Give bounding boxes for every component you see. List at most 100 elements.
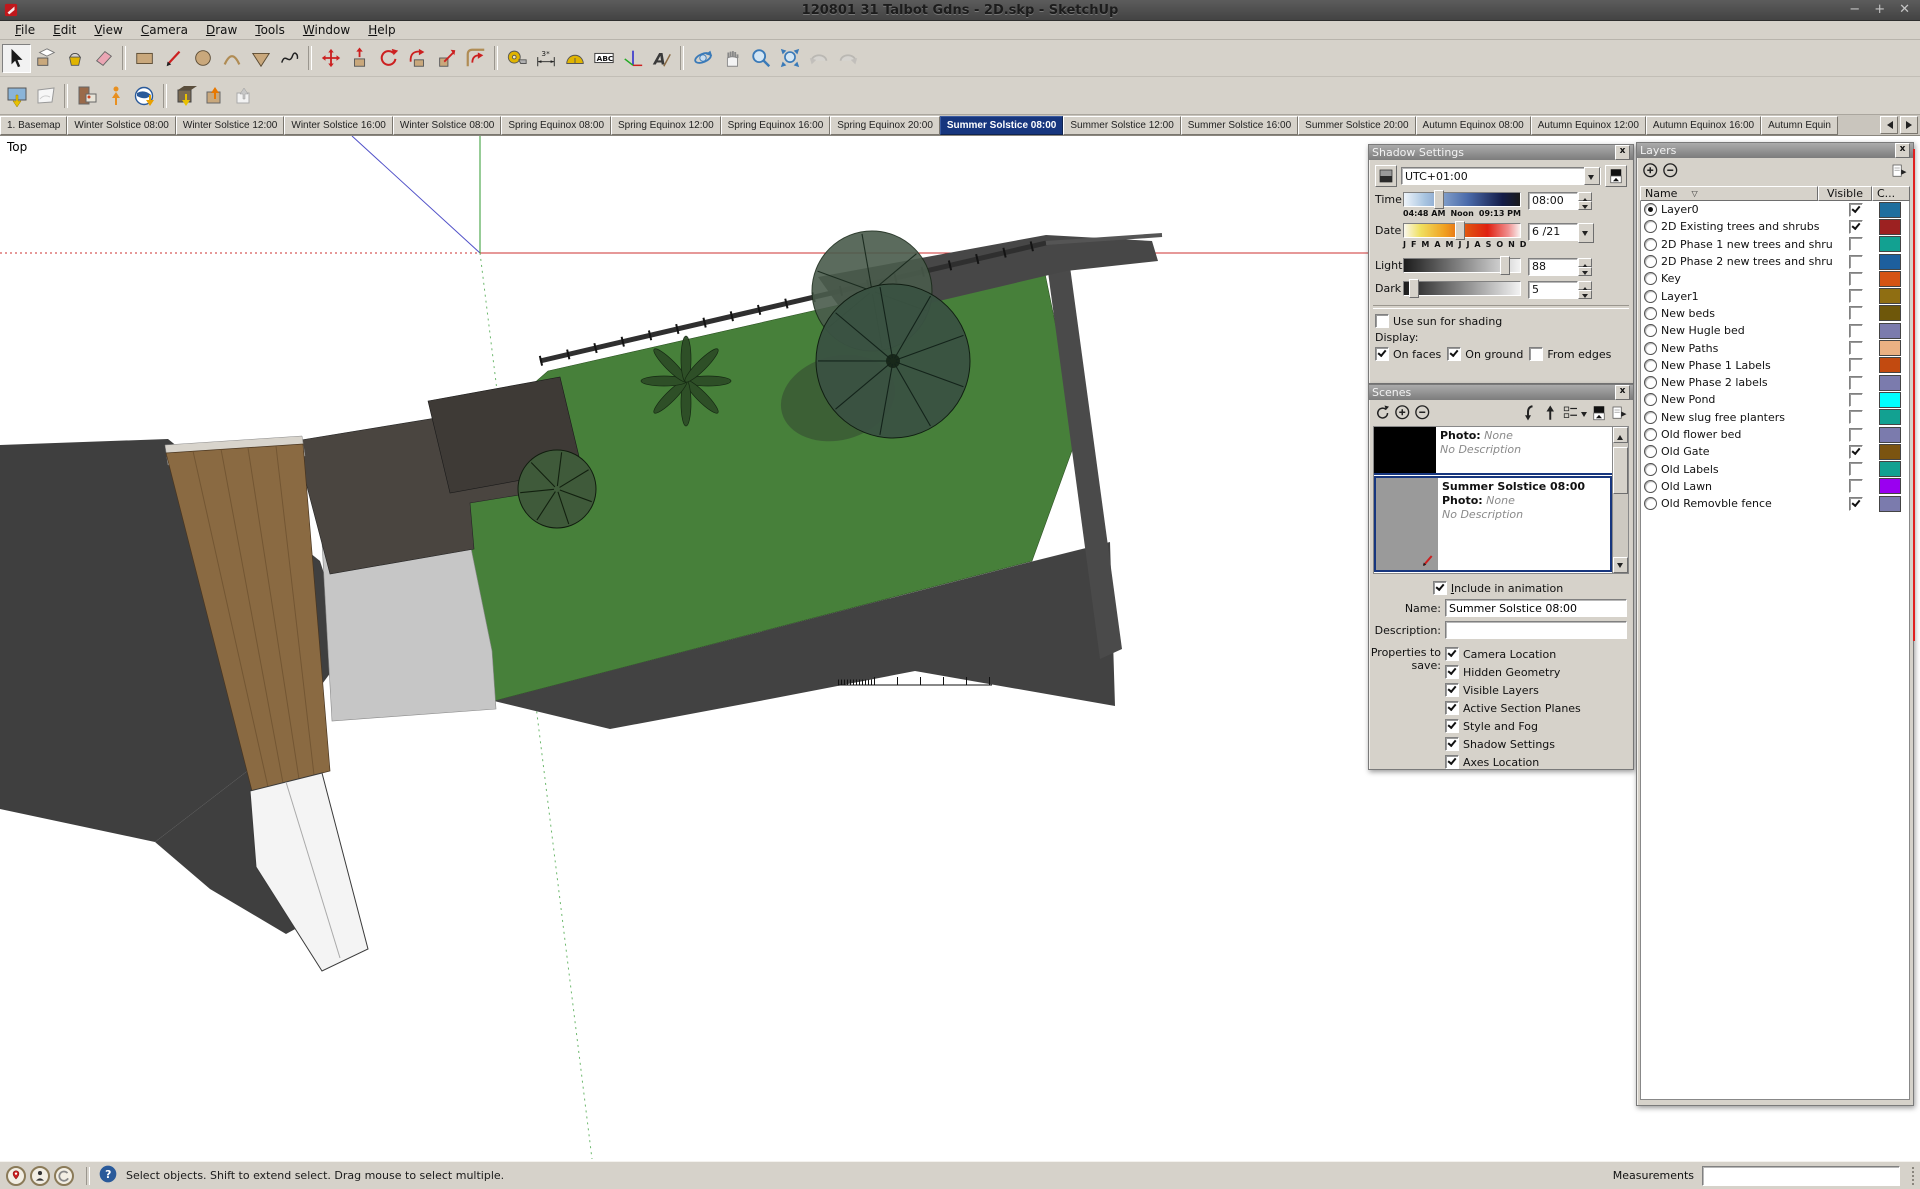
axes-location-checkbox[interactable] (1445, 755, 1459, 769)
menu-camera[interactable]: Camera (132, 23, 197, 37)
shadow-details-toggle-button[interactable] (1605, 165, 1627, 187)
current-layer-radio[interactable] (1644, 463, 1657, 476)
scene-description-input[interactable] (1445, 621, 1627, 639)
tabs-scroll-left-button[interactable] (1880, 116, 1898, 134)
time-slider-thumb[interactable] (1434, 190, 1444, 209)
light-slider[interactable] (1403, 258, 1521, 273)
freehand-tool-button[interactable] (275, 44, 304, 73)
layers-titlebar[interactable]: Layers x (1637, 143, 1913, 158)
current-layer-radio[interactable] (1644, 445, 1657, 458)
help-icon[interactable]: ? (98, 1164, 118, 1187)
scene-tab-14[interactable]: Autumn Equinox 08:00 (1416, 116, 1531, 135)
polygon-tool-button[interactable] (246, 44, 275, 73)
layer-visible-checkbox[interactable] (1849, 462, 1863, 476)
add-scene-button[interactable] (1393, 403, 1413, 423)
current-layer-radio[interactable] (1644, 497, 1657, 510)
use-sun-checkbox[interactable] (1375, 314, 1389, 328)
current-layer-radio[interactable] (1644, 324, 1657, 337)
pan-tool-button[interactable] (717, 44, 746, 73)
hidden-geometry-checkbox[interactable] (1445, 665, 1459, 679)
line-tool-button[interactable] (159, 44, 188, 73)
scene-tab-16[interactable]: Autumn Equinox 16:00 (1646, 116, 1761, 135)
zoom-next-tool-button[interactable] (833, 44, 862, 73)
zoom-tool-button[interactable] (746, 44, 775, 73)
scene-tab-10[interactable]: Summer Solstice 08:00 (940, 116, 1064, 135)
follow-me-tool-button[interactable] (403, 44, 432, 73)
layer-visible-checkbox[interactable] (1849, 306, 1863, 320)
layer-color-swatch[interactable] (1879, 305, 1901, 321)
layer-visible-checkbox[interactable] (1849, 289, 1863, 303)
circle-tool-button[interactable] (188, 44, 217, 73)
current-layer-radio[interactable] (1644, 255, 1657, 268)
column-header-color[interactable]: C... (1872, 186, 1910, 201)
layer-row[interactable]: Old Removble fence (1641, 495, 1909, 512)
scroll-down-icon[interactable] (1613, 557, 1628, 573)
layer-visible-checkbox[interactable] (1849, 428, 1863, 442)
move-scene-up-button[interactable] (1541, 403, 1561, 423)
layer-visible-checkbox[interactable] (1849, 341, 1863, 355)
menu-help[interactable]: Help (359, 23, 404, 37)
light-spinner[interactable] (1578, 258, 1592, 276)
current-layer-radio[interactable] (1644, 393, 1657, 406)
layer-color-swatch[interactable] (1879, 427, 1901, 443)
layer-row[interactable]: New Phase 2 labels (1641, 374, 1909, 391)
column-header-name[interactable]: Name▽ (1640, 186, 1818, 201)
update-scene-button[interactable] (1373, 403, 1393, 423)
maximize-button[interactable]: + (1874, 1, 1885, 19)
current-layer-radio[interactable] (1644, 428, 1657, 441)
layer-color-swatch[interactable] (1879, 323, 1901, 339)
arc-tool-button[interactable] (217, 44, 246, 73)
light-slider-thumb[interactable] (1500, 256, 1510, 275)
layer-visible-checkbox[interactable] (1849, 324, 1863, 338)
active-section-planes-checkbox[interactable] (1445, 701, 1459, 715)
current-layer-radio[interactable] (1644, 220, 1657, 233)
zoom-previous-tool-button[interactable] (804, 44, 833, 73)
include-in-animation-checkbox[interactable] (1433, 581, 1447, 595)
date-slider-thumb[interactable] (1455, 221, 1465, 240)
scene-tab-5[interactable]: Winter Solstice 08:00 (393, 116, 502, 135)
scene-tab-12[interactable]: Summer Solstice 16:00 (1181, 116, 1298, 135)
date-slider[interactable] (1403, 223, 1521, 238)
layer-row[interactable]: Old Lawn (1641, 478, 1909, 495)
layer-row[interactable]: 2D Phase 1 new trees and shrubs (1641, 236, 1909, 253)
light-value-input[interactable]: 88 (1528, 258, 1578, 276)
layer-color-swatch[interactable] (1879, 254, 1901, 270)
scene-tab-3[interactable]: Winter Solstice 12:00 (176, 116, 285, 135)
resize-grip[interactable] (1904, 1167, 1914, 1185)
time-spinner[interactable] (1578, 192, 1592, 210)
scale-tool-button[interactable] (432, 44, 461, 73)
layer-color-swatch[interactable] (1879, 219, 1901, 235)
menu-view[interactable]: View (85, 23, 131, 37)
scene-details-toggle-button[interactable] (1589, 403, 1609, 423)
layer-color-swatch[interactable] (1879, 444, 1901, 460)
scene-tab-13[interactable]: Summer Solstice 20:00 (1298, 116, 1415, 135)
layer-visible-checkbox[interactable] (1849, 203, 1863, 217)
layer-color-swatch[interactable] (1879, 357, 1901, 373)
current-layer-radio[interactable] (1644, 342, 1657, 355)
layer-color-swatch[interactable] (1879, 236, 1901, 252)
close-icon[interactable]: x (1615, 385, 1630, 400)
move-tool-button[interactable] (316, 44, 345, 73)
layer-color-swatch[interactable] (1879, 461, 1901, 477)
layer-visible-checkbox[interactable] (1849, 393, 1863, 407)
layer-options-button[interactable] (1889, 161, 1909, 181)
layer-visible-checkbox[interactable] (1849, 237, 1863, 251)
date-dropdown-button[interactable] (1578, 223, 1594, 243)
share-model-tool-button[interactable] (200, 81, 229, 110)
tape-measure-tool-button[interactable] (502, 44, 531, 73)
layer-color-swatch[interactable] (1879, 478, 1901, 494)
layer-row[interactable]: New beds (1641, 305, 1909, 322)
add-location-tool-button[interactable] (2, 81, 31, 110)
timezone-dropdown[interactable]: UTC+01:00 (1401, 167, 1601, 185)
current-layer-radio[interactable] (1644, 359, 1657, 372)
close-icon[interactable]: x (1615, 145, 1630, 160)
shadow-settings-checkbox[interactable] (1445, 737, 1459, 751)
scene-list-scrollbar[interactable] (1612, 427, 1628, 573)
current-layer-radio[interactable] (1644, 290, 1657, 303)
layer-color-swatch[interactable] (1879, 375, 1901, 391)
zoom-extents-tool-button[interactable] (775, 44, 804, 73)
photo-textures-tool-button[interactable] (72, 81, 101, 110)
menu-edit[interactable]: Edit (44, 23, 85, 37)
drawing-viewport[interactable]: Top Shadow Settings x UTC+01:00 Time 04:… (0, 136, 1920, 1161)
layer-row[interactable]: Old Gate (1641, 443, 1909, 460)
